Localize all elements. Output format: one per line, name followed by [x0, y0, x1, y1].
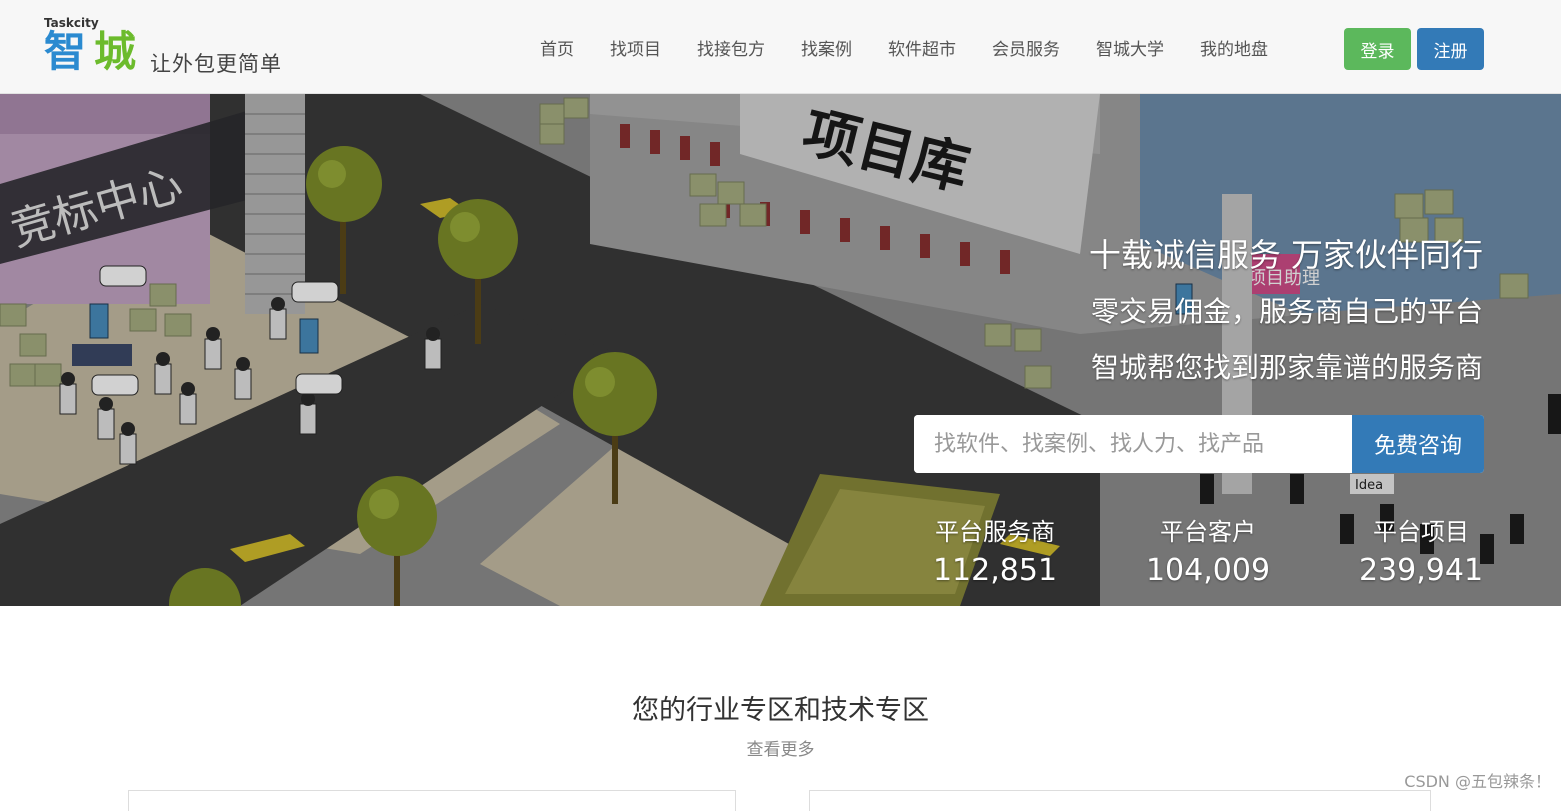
main-nav: 首页 找项目 找接包方 找案例 软件超市 会员服务 智城大学 我的地盘	[540, 0, 1268, 94]
stat-label: 平台项目	[1373, 518, 1469, 546]
stat-clients: 平台客户 104,009	[1145, 512, 1271, 588]
site-logo[interactable]: Taskcity 智 城 让外包更简单	[44, 16, 304, 80]
nav-find-contractors[interactable]: 找接包方	[697, 35, 765, 60]
stat-projects: 平台项目 239,941	[1358, 512, 1484, 588]
hero-search-box: 免费咨询	[914, 415, 1484, 473]
hero-banner: 竞标中心 项目库 项目助理 Idea 十载诚信服务 万家伙伴同行 零交易佣金，服…	[0, 94, 1561, 606]
nav-find-projects[interactable]: 找项目	[610, 35, 661, 60]
stat-label: 平台服务商	[935, 518, 1055, 546]
site-header: Taskcity 智 城 让外包更简单 首页 找项目 找接包方 找案例 软件超市…	[0, 0, 1561, 94]
stat-service-providers: 平台服务商 112,851	[932, 512, 1058, 588]
free-consult-button[interactable]: 免费咨询	[1352, 415, 1484, 473]
hero-tagline-3: 智城帮您找到那家靠谱的服务商	[1090, 351, 1483, 384]
stat-value: 104,009	[1145, 553, 1271, 588]
nav-software-market[interactable]: 软件超市	[888, 35, 956, 60]
nav-find-cases[interactable]: 找案例	[801, 35, 852, 60]
section-title: 您的行业专区和技术专区	[632, 695, 929, 726]
logo-slogan: 让外包更简单	[150, 52, 282, 76]
login-button[interactable]: 登录	[1344, 28, 1411, 70]
stat-label: 平台客户	[1160, 518, 1256, 546]
stat-value: 239,941	[1358, 553, 1484, 588]
search-input[interactable]	[914, 415, 1352, 473]
logo-char-zhi: 智	[44, 27, 87, 76]
nav-home[interactable]: 首页	[540, 35, 574, 60]
nav-my-space[interactable]: 我的地盘	[1200, 35, 1268, 60]
nav-member-services[interactable]: 会员服务	[992, 35, 1060, 60]
nav-university[interactable]: 智城大学	[1096, 35, 1164, 60]
stat-value: 112,851	[932, 553, 1058, 588]
register-button[interactable]: 注册	[1417, 28, 1484, 70]
tech-zone-card[interactable]	[809, 790, 1431, 811]
industry-zone-card[interactable]	[128, 790, 736, 811]
hero-tagline-1: 十载诚信服务 万家伙伴同行	[1088, 236, 1483, 274]
view-more-link[interactable]: 查看更多	[0, 735, 1561, 760]
csdn-watermark: CSDN @五包辣条！	[1404, 772, 1551, 791]
logo-char-cheng: 城	[94, 27, 137, 76]
hero-tagline-2: 零交易佣金，服务商自己的平台	[1090, 295, 1483, 328]
